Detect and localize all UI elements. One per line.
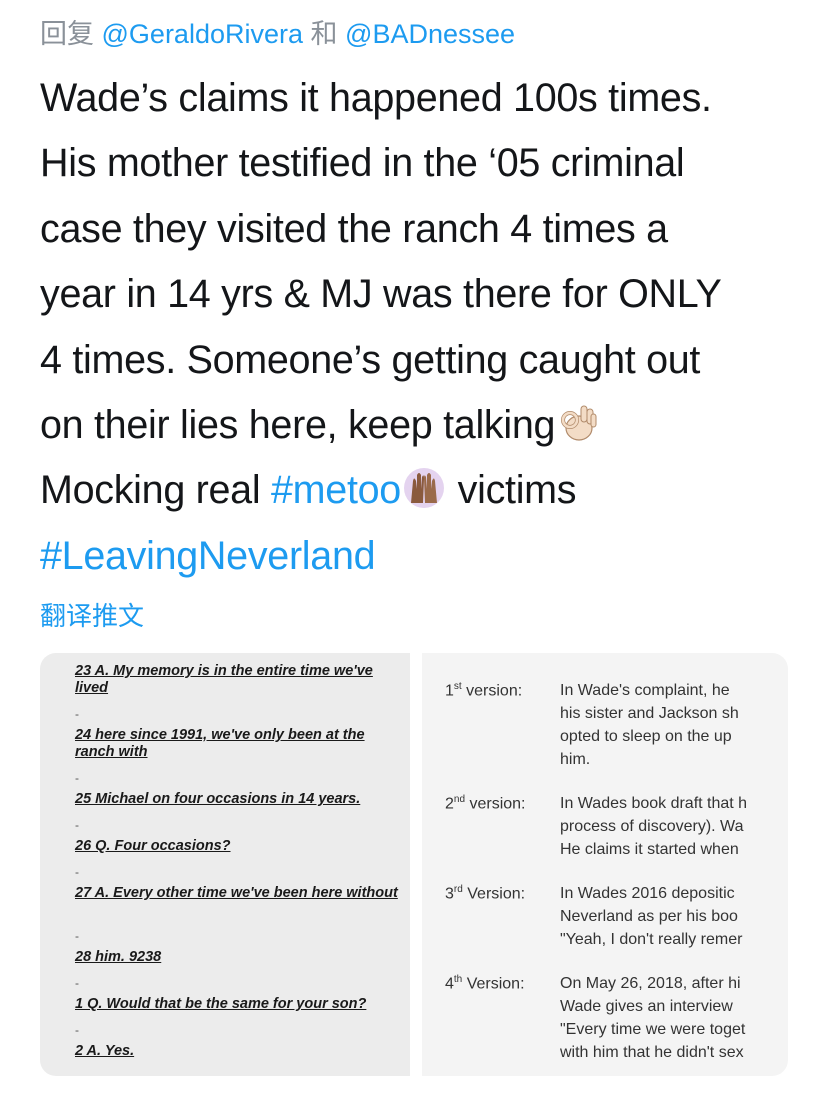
line-separator: - <box>75 818 79 832</box>
line-separator: - <box>75 707 79 721</box>
version-text-line: him. <box>560 751 591 768</box>
line-separator: - <box>75 771 79 785</box>
version-text-line: his sister and Jackson sh <box>560 705 739 722</box>
version-text-line: In Wade's complaint, he <box>560 682 730 699</box>
translate-tweet-link[interactable]: 翻译推文 <box>40 596 144 633</box>
version-text-line: Neverland as per his boo <box>560 908 738 925</box>
tweet-line: year in 14 yrs & MJ was there for ONLY <box>40 272 722 317</box>
line-separator: - <box>75 865 79 879</box>
mention-geraldorivera[interactable]: @GeraldoRivera <box>102 19 304 49</box>
tweet-line: His mother testified in the ‘05 criminal <box>40 141 685 186</box>
line-separator: - <box>75 929 79 943</box>
tweet-line: case they visited the ranch 4 times a <box>40 206 668 251</box>
version-text: In Wades 2016 depositic Neverland as per … <box>560 882 788 951</box>
version-text-line: In Wades 2016 depositic <box>560 885 735 902</box>
reply-to-line: 回复 @GeraldoRivera 和 @BADnessee <box>40 12 515 51</box>
version-text-line: In Wades book draft that h <box>560 795 748 812</box>
tweet-line: 4 times. Someone’s getting caught out <box>40 337 701 382</box>
version-label: 2nd version: <box>445 794 526 813</box>
tweet-line: on their lies here, keep talking <box>40 393 810 458</box>
raised-hands-icon <box>403 464 445 509</box>
version-text-line: Wade gives an interview <box>560 998 733 1015</box>
deposition-image[interactable]: 23 A. My memory is in the entire time we… <box>40 653 410 1076</box>
deposition-line: 25 Michael on four occasions in 14 years… <box>75 791 361 807</box>
version-label: 3rd Version: <box>445 884 526 903</box>
versions-image[interactable]: 1st version: In Wade's complaint, he his s… <box>422 653 788 1076</box>
deposition-line: 1 Q. Would that be the same for your son… <box>75 996 367 1012</box>
reply-and: 和 <box>310 19 338 49</box>
line-separator: - <box>75 976 79 990</box>
tweet-body: Wade’s claims it happened 100s times. Hi… <box>40 66 810 589</box>
deposition-line: 27 A. Every other time we've been here w… <box>75 885 398 901</box>
line-separator: - <box>75 1023 79 1037</box>
version-text-line: He claims it started when <box>560 841 739 858</box>
version-text: In Wades book draft that h process of dis… <box>560 792 788 861</box>
version-text: On May 26, 2018, after hi Wade gives an i… <box>560 972 788 1064</box>
version-text-line: "Every time we were toget <box>560 1021 746 1038</box>
version-label: 1st version: <box>445 681 523 700</box>
ok-hand-icon <box>557 399 599 441</box>
tweet-line: Mocking real #metoo victims <box>40 458 810 523</box>
version-text-line: On May 26, 2018, after hi <box>560 975 741 992</box>
version-text-line: "Yeah, I don't really remer <box>560 931 743 948</box>
deposition-line: 23 A. My memory is in the entire time we… <box>75 663 373 696</box>
hashtag-metoo[interactable]: #metoo <box>271 468 401 512</box>
version-text: In Wade's complaint, he his sister and Ja… <box>560 679 788 771</box>
deposition-line: 26 Q. Four occasions? <box>75 838 231 854</box>
tweet-line: Wade’s claims it happened 100s times. <box>40 76 712 120</box>
reply-prefix: 回复 <box>40 19 94 49</box>
version-text-line: process of discovery). Wa <box>560 818 744 835</box>
tweet-media[interactable]: 23 A. My memory is in the entire time we… <box>40 653 788 1076</box>
mention-badnessee[interactable]: @BADnessee <box>345 19 515 49</box>
deposition-line: 28 him. 9238 <box>75 949 162 965</box>
deposition-line: 2 A. Yes. <box>75 1043 135 1059</box>
version-text-line: opted to sleep on the up <box>560 728 732 745</box>
version-label: 4th Version: <box>445 974 525 993</box>
hashtag-leavingneverland[interactable]: #LeavingNeverland <box>40 534 376 578</box>
deposition-line: 24 here since 1991, we've only been at t… <box>75 727 365 760</box>
version-text-line: with him that he didn't sex <box>560 1044 744 1061</box>
tweet-line: #LeavingNeverland <box>40 524 810 589</box>
